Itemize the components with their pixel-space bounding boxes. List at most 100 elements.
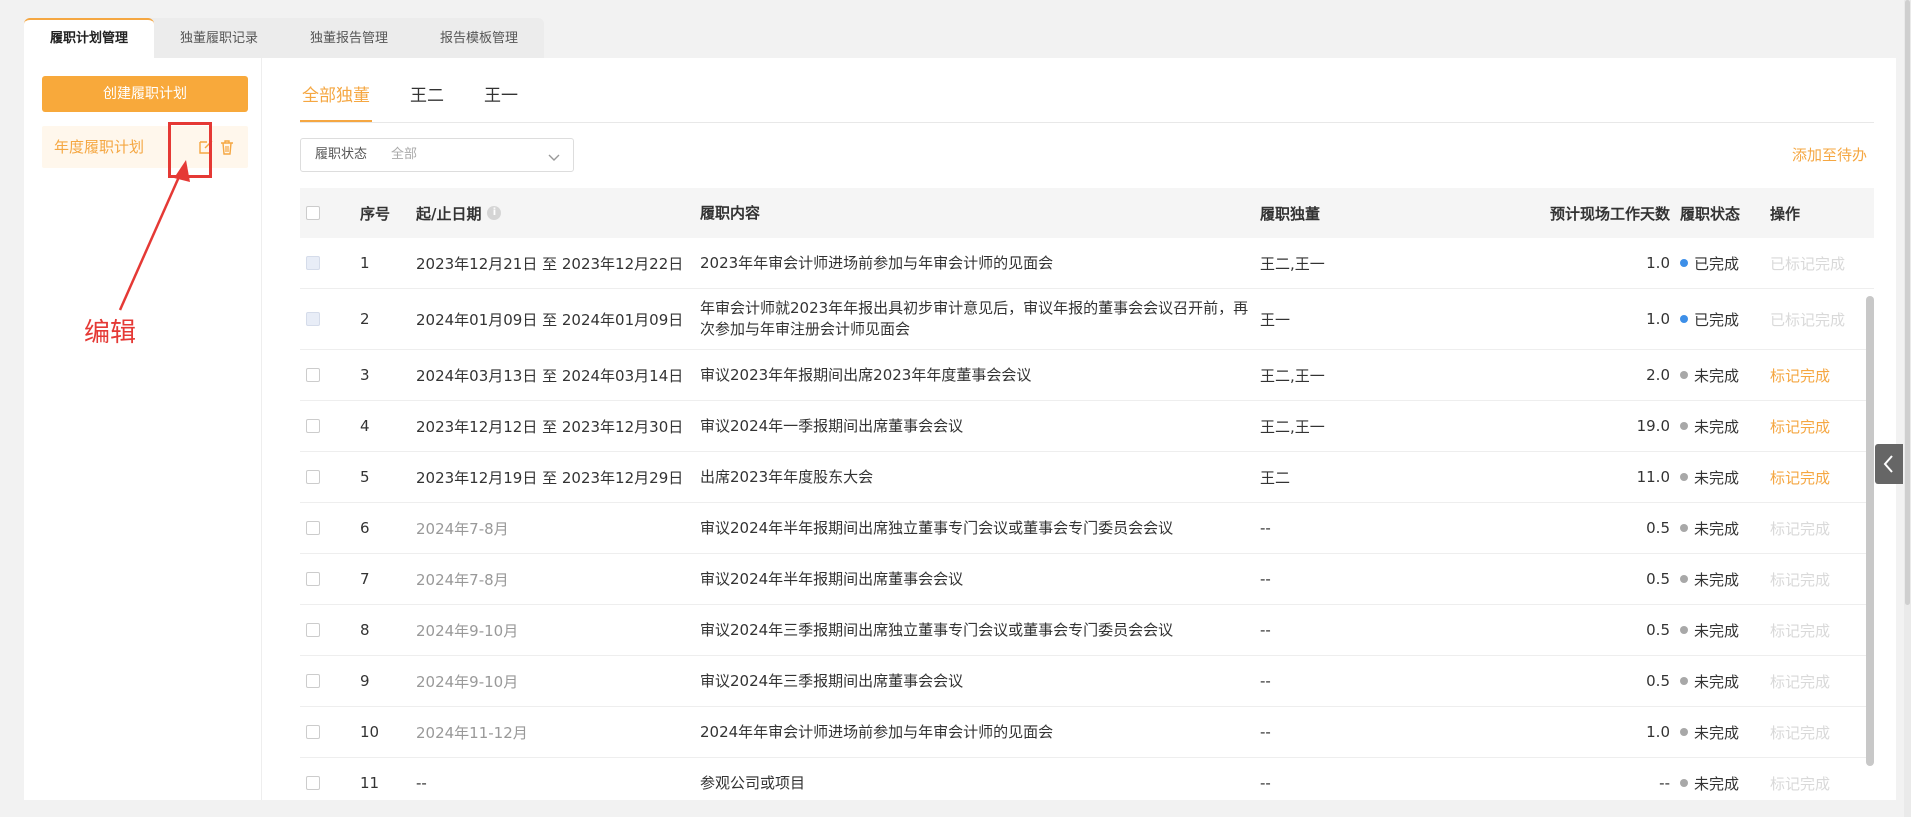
content-card: 创建履职计划 年度履职计划 全部独董 王二 王一 履职状态 全部 添加至待办 序… — [24, 58, 1896, 800]
chevron-left-icon — [1883, 455, 1893, 473]
table-row: 2 2024年01月09日 至 2024年01月09日 年审会计师就2023年年报出… — [300, 289, 1874, 350]
row-no: 9 — [360, 672, 370, 690]
mark-complete-link[interactable]: 标记完成 — [1770, 350, 1870, 400]
row-status: 未完成 — [1680, 401, 1760, 451]
row-content: 审议2024年三季报期间出席董事会会议 — [700, 671, 964, 690]
status-text: 未完成 — [1694, 570, 1740, 589]
row-checkbox[interactable] — [306, 419, 320, 433]
row-date: 2024年7-8月 — [416, 519, 509, 538]
row-days: 0.5 — [1646, 519, 1670, 537]
row-checkbox[interactable] — [306, 674, 320, 688]
row-content: 审议2024年半年报期间出席独立董事专门会议或董事会专门委员会会议 — [700, 518, 1174, 537]
tab-director-records[interactable]: 独董履职记录 — [154, 18, 284, 58]
status-dot — [1680, 524, 1688, 532]
edit-highlight-box — [168, 122, 212, 178]
sidebar-item-annual-plan[interactable]: 年度履职计划 — [42, 126, 248, 168]
chevron-down-icon — [547, 149, 561, 168]
row-no: 6 — [360, 519, 370, 537]
row-person: -- — [1260, 519, 1271, 537]
row-date: 2024年03月13日 至 2024年03月14日 — [416, 366, 684, 385]
collapse-panel-button[interactable] — [1875, 444, 1903, 484]
status-dot — [1680, 626, 1688, 634]
mark-complete-link[interactable]: 标记完成 — [1770, 452, 1870, 502]
status-dot — [1680, 728, 1688, 736]
row-date: 2023年12月12日 至 2023年12月30日 — [416, 417, 684, 436]
row-status: 未完成 — [1680, 758, 1760, 800]
tab-director-reports[interactable]: 独董报告管理 — [284, 18, 414, 58]
table-row: 10 2024年11-12月 2024年年审会计师进场前参加与年审会计师的见面会 --… — [300, 707, 1874, 758]
row-checkbox[interactable] — [306, 470, 320, 484]
status-dot — [1680, 779, 1688, 787]
plan-sidebar: 创建履职计划 年度履职计划 — [24, 58, 262, 800]
mark-complete-link[interactable]: 标记完成 — [1770, 401, 1870, 451]
mark-complete-link: 已标记完成 — [1770, 310, 1846, 329]
trash-icon[interactable] — [218, 138, 236, 156]
row-status: 已完成 — [1680, 289, 1760, 349]
row-status: 已完成 — [1680, 238, 1760, 288]
status-text: 未完成 — [1694, 519, 1740, 538]
tab-director-wang-yi[interactable]: 王一 — [482, 76, 520, 122]
status-filter-select[interactable]: 履职状态 全部 — [300, 138, 574, 172]
mark-complete-link: 标记完成 — [1770, 519, 1831, 538]
row-date: 2023年12月21日 至 2023年12月22日 — [416, 254, 684, 273]
table-row: 5 2023年12月19日 至 2023年12月29日 出席2023年年度股东大会 王… — [300, 452, 1874, 503]
row-person: 王二 — [1260, 468, 1291, 487]
table-row: 6 2024年7-8月 审议2024年半年报期间出席独立董事专门会议或董事会专门委员… — [300, 503, 1874, 554]
row-checkbox[interactable] — [306, 256, 320, 270]
add-to-todo-link[interactable]: 添加至待办 — [1792, 144, 1867, 165]
row-no: 3 — [360, 366, 370, 384]
filter-value: 全部 — [391, 147, 418, 162]
plan-item-label: 年度履职计划 — [54, 138, 145, 156]
row-days: 0.5 — [1646, 570, 1670, 588]
row-content: 审议2024年三季报期间出席独立董事专门会议或董事会专门委员会会议 — [700, 620, 1174, 639]
row-checkbox[interactable] — [306, 623, 320, 637]
select-all-checkbox[interactable] — [306, 206, 320, 220]
table-row: 4 2023年12月12日 至 2023年12月30日 审议2024年一季报期间出席… — [300, 401, 1874, 452]
row-date: -- — [416, 774, 427, 792]
tab-director-wang-er[interactable]: 王二 — [408, 76, 446, 122]
row-person: 王二,王一 — [1260, 254, 1325, 273]
status-text: 未完成 — [1694, 621, 1740, 640]
row-status: 未完成 — [1680, 503, 1760, 553]
row-content: 参观公司或项目 — [700, 773, 806, 792]
row-date: 2024年9-10月 — [416, 672, 519, 691]
status-text: 未完成 — [1694, 417, 1740, 436]
header-date-label: 起/止日期 — [416, 204, 482, 223]
status-text: 未完成 — [1694, 468, 1740, 487]
status-dot — [1680, 371, 1688, 379]
row-no: 11 — [360, 774, 380, 792]
tab-all-directors[interactable]: 全部独董 — [300, 76, 372, 122]
table-scrollbar[interactable] — [1866, 296, 1874, 766]
row-no: 2 — [360, 310, 370, 328]
header-op: 操作 — [1770, 204, 1801, 223]
create-plan-button[interactable]: 创建履职计划 — [42, 76, 248, 112]
row-content: 审议2024年半年报期间出席董事会会议 — [700, 569, 964, 588]
annotation-label: 编辑 — [84, 318, 137, 348]
row-person: 王二,王一 — [1260, 417, 1325, 436]
row-days: 1.0 — [1646, 723, 1670, 741]
tab-report-templates[interactable]: 报告模板管理 — [414, 18, 544, 58]
main-area: 全部独董 王二 王一 履职状态 全部 添加至待办 序号 起/止日期 i 履职内容… — [284, 58, 1896, 800]
page-scrollbar[interactable] — [1905, 0, 1910, 605]
row-content: 年审会计师就2023年年报出具初步审计意见后，审议年报的董事会会议召开前，再次参… — [700, 299, 1249, 338]
row-checkbox[interactable] — [306, 312, 320, 326]
row-days: -- — [1659, 774, 1670, 792]
row-status: 未完成 — [1680, 656, 1760, 706]
tab-plan-management[interactable]: 履职计划管理 — [24, 18, 155, 58]
table-row: 9 2024年9-10月 审议2024年三季报期间出席董事会会议 -- 0.5 未完成 标记… — [300, 656, 1874, 707]
row-checkbox[interactable] — [306, 725, 320, 739]
row-checkbox[interactable] — [306, 521, 320, 535]
header-status: 履职状态 — [1680, 204, 1741, 223]
status-text: 未完成 — [1694, 723, 1740, 742]
row-no: 1 — [360, 254, 370, 272]
mark-complete-link: 标记完成 — [1770, 570, 1831, 589]
info-icon[interactable]: i — [487, 206, 502, 220]
row-checkbox[interactable] — [306, 368, 320, 382]
row-checkbox[interactable] — [306, 572, 320, 586]
status-text: 已完成 — [1694, 254, 1740, 273]
row-days: 1.0 — [1646, 310, 1670, 328]
row-checkbox[interactable] — [306, 776, 320, 790]
row-date: 2024年9-10月 — [416, 621, 519, 640]
row-content: 2023年年审会计师进场前参加与年审会计师的见面会 — [700, 253, 1054, 272]
status-dot — [1680, 315, 1688, 323]
